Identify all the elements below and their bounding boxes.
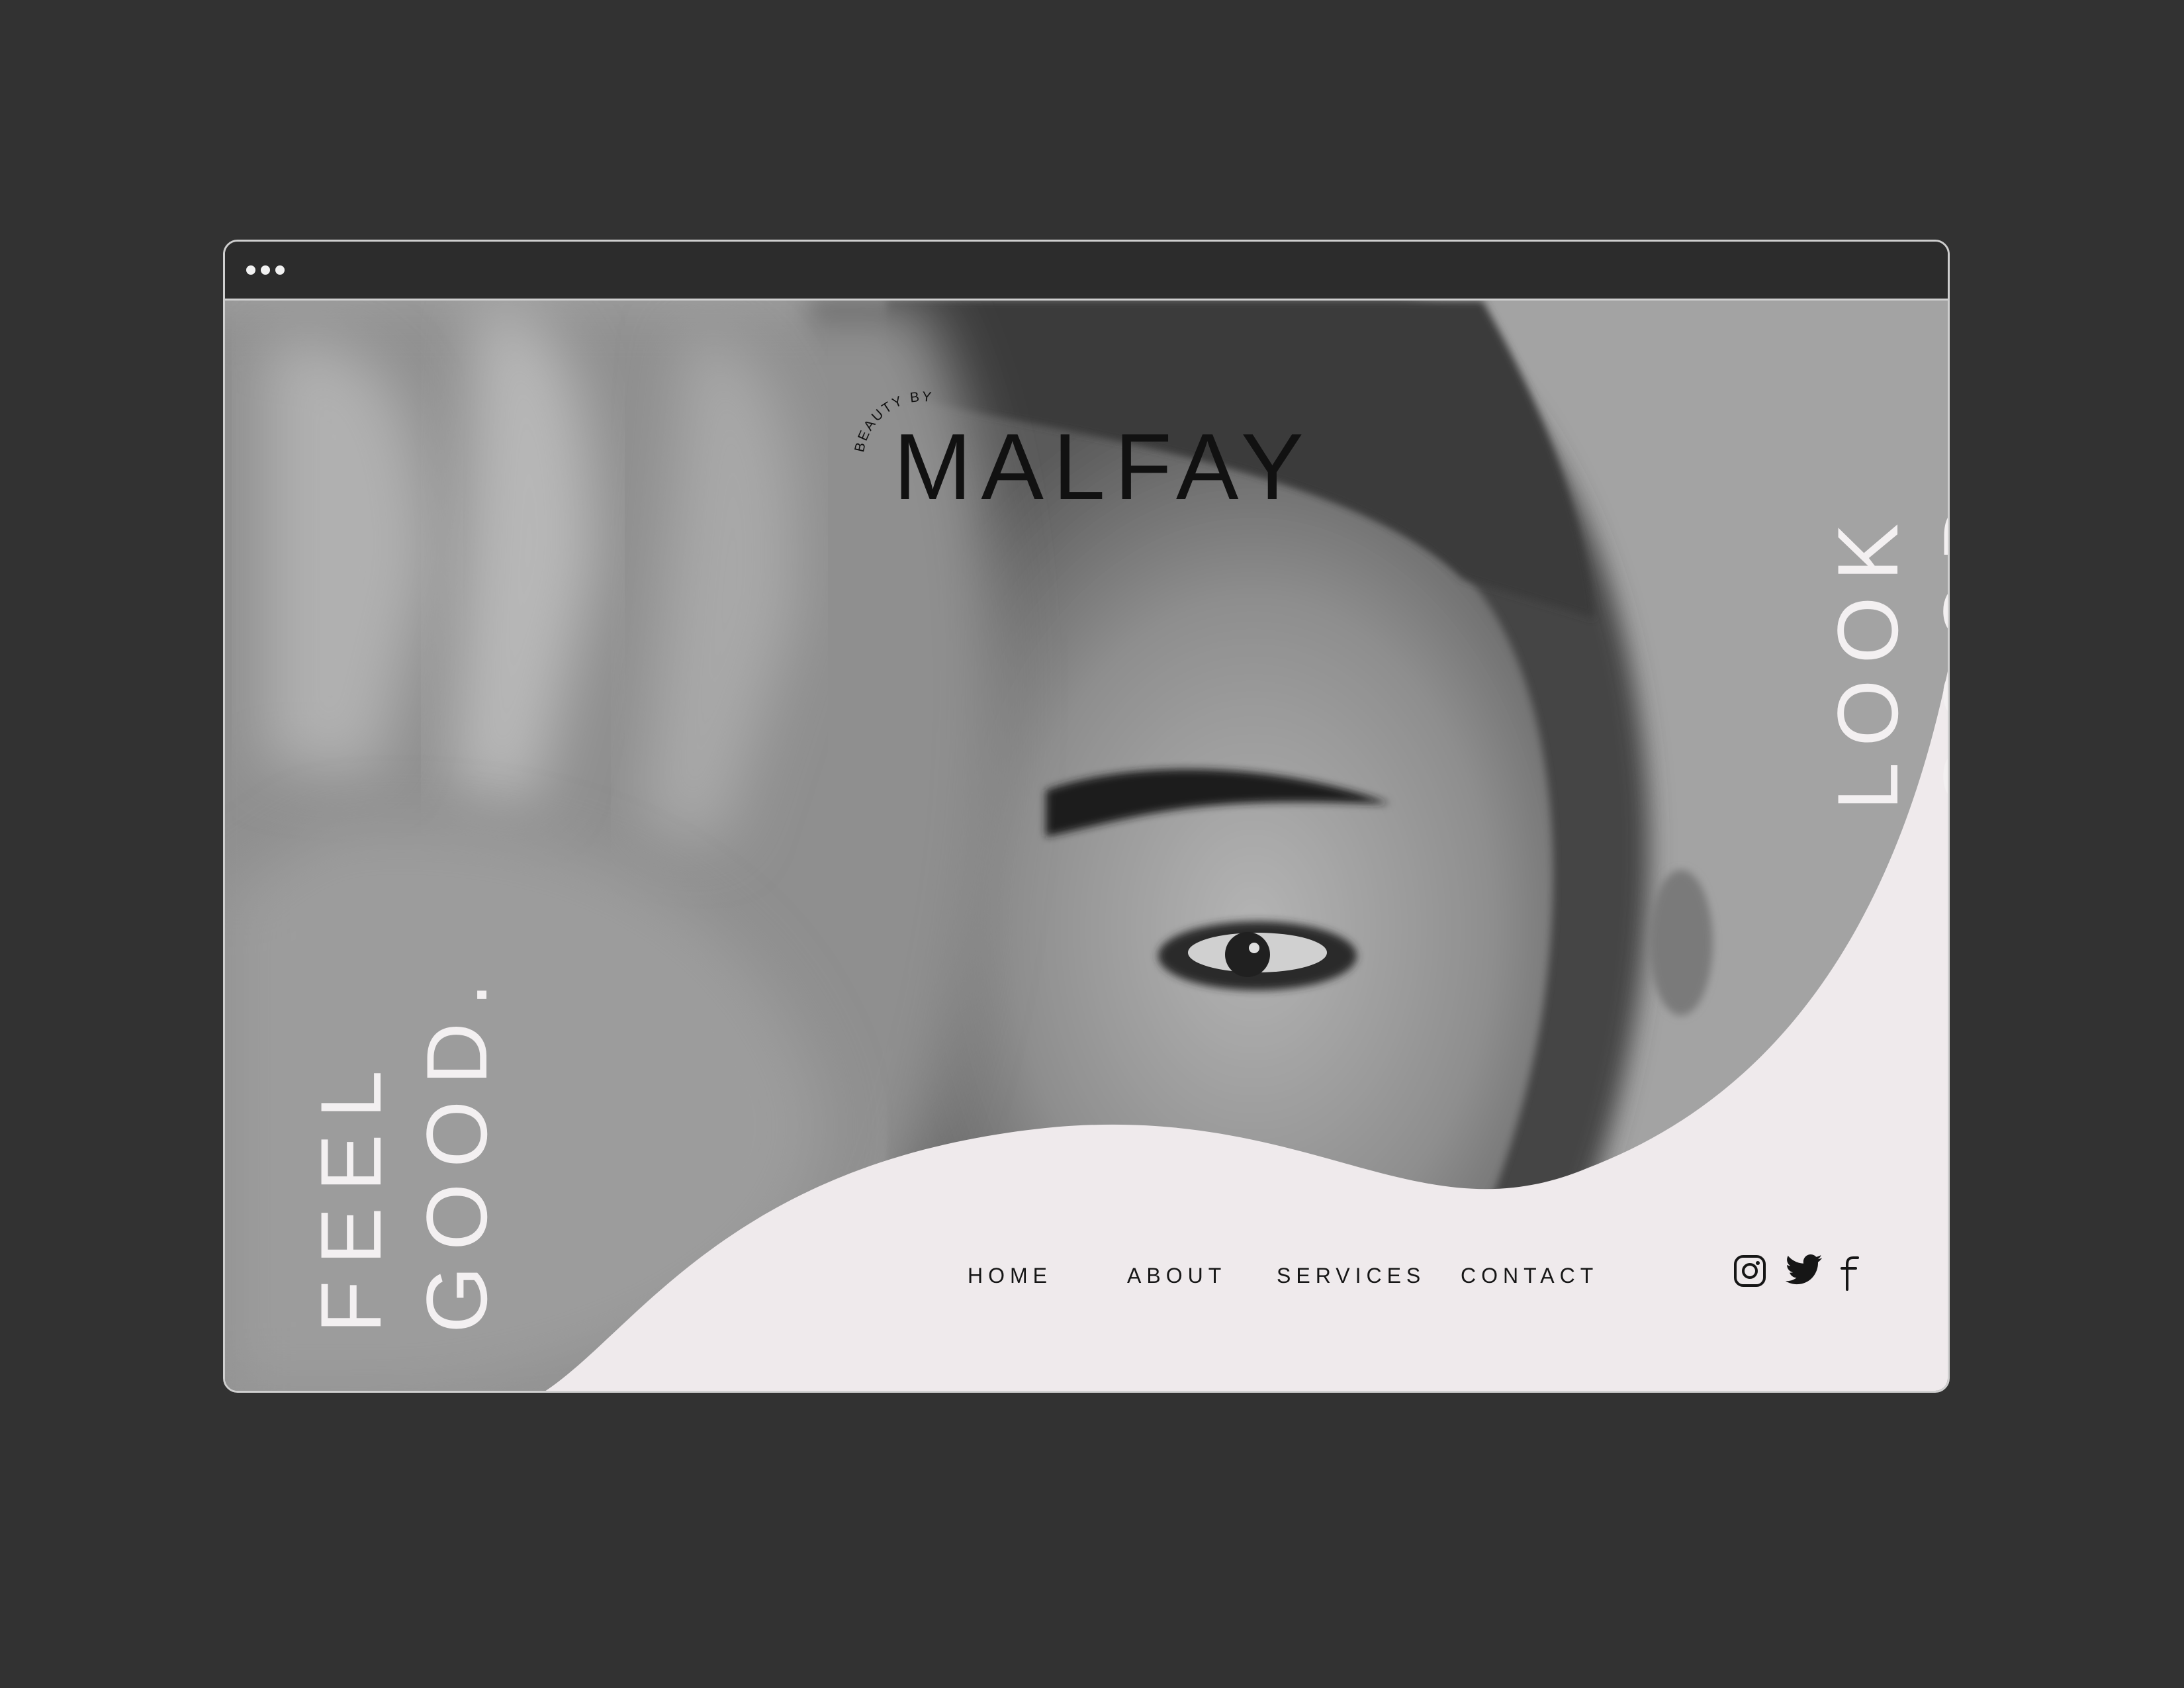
- tagline-look: LOOK: [1819, 507, 1916, 810]
- window-dot[interactable]: [275, 265, 285, 275]
- tagline-good: GOOD.: [408, 966, 505, 1333]
- window-controls[interactable]: [246, 265, 285, 275]
- browser-window: BEAUTY BY MALFAY LOOK GOOD. FEEL GOOD. H…: [223, 240, 1950, 1393]
- tagline-look-good: LOOK GOOD.: [1815, 444, 1948, 810]
- brand-name: MALFAY: [893, 414, 1313, 520]
- website-hero: BEAUTY BY MALFAY LOOK GOOD. FEEL GOOD. H…: [225, 301, 1948, 1391]
- twitter-icon[interactable]: [1786, 1254, 1823, 1288]
- nav-home-link[interactable]: HOME: [968, 1264, 1052, 1288]
- instagram-icon[interactable]: [1733, 1254, 1767, 1288]
- facebook-icon[interactable]: [1840, 1254, 1860, 1291]
- tagline-feel: FEEL: [302, 1054, 399, 1333]
- nav-contact-link[interactable]: CONTACT: [1461, 1264, 1598, 1288]
- browser-titlebar: [225, 242, 1948, 301]
- tagline-feel-good: FEEL GOOD.: [298, 967, 510, 1333]
- nav-about-link[interactable]: ABOUT: [1127, 1264, 1226, 1288]
- window-dot[interactable]: [261, 265, 270, 275]
- tagline-good: GOOD.: [1925, 444, 1948, 810]
- window-dot[interactable]: [246, 265, 255, 275]
- nav-services-link[interactable]: SERVICES: [1277, 1264, 1426, 1288]
